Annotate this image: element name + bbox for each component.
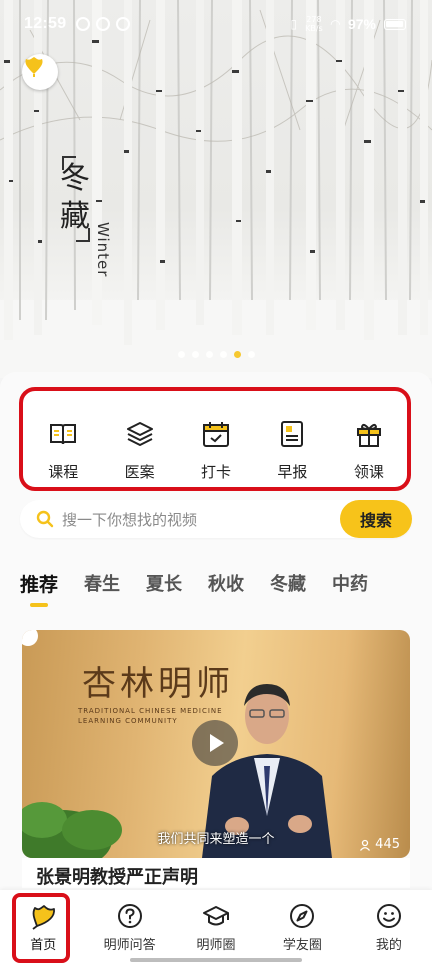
smiley-icon bbox=[376, 904, 401, 928]
tab-summer[interactable]: 夏长 bbox=[146, 570, 182, 597]
weibo-notification-icon bbox=[116, 17, 131, 31]
carousel-dot-active[interactable] bbox=[233, 351, 241, 358]
app-notification-icon bbox=[76, 17, 91, 31]
tab-herbs[interactable]: 中药 bbox=[332, 570, 368, 597]
search-icon bbox=[36, 510, 54, 528]
tab-autumn[interactable]: 秋收 bbox=[208, 570, 244, 597]
notification-icons bbox=[76, 17, 131, 31]
status-time: 12:59 bbox=[24, 15, 67, 32]
ginkgo-home-icon bbox=[32, 905, 56, 930]
category-tabs: 推荐 春生 夏长 秋收 冬藏 中药 bbox=[20, 570, 394, 607]
quick-action-label: 医案 bbox=[124, 463, 155, 481]
home-indicator[interactable] bbox=[130, 958, 302, 962]
season-subtitle: Winter bbox=[94, 222, 112, 278]
quick-action-morning-report[interactable]: 早报 bbox=[254, 389, 330, 489]
nav-teacher-circle[interactable]: 明师圈 bbox=[173, 890, 259, 964]
quick-action-cases[interactable]: 医案 bbox=[101, 389, 177, 489]
battery-icon bbox=[384, 18, 406, 30]
carousel-dot[interactable] bbox=[219, 351, 227, 358]
search-input[interactable]: 搜一下你想找的视频 bbox=[62, 509, 197, 530]
question-icon bbox=[117, 904, 142, 928]
document-icon bbox=[281, 421, 304, 447]
network-speed-unit: KB/s bbox=[305, 24, 323, 33]
season-title: 冬 藏 bbox=[58, 156, 92, 242]
quick-action-label: 早报 bbox=[277, 463, 308, 481]
video-title[interactable]: 张景明教授严正声明 bbox=[22, 858, 410, 888]
network-speed-value: 278 bbox=[306, 15, 322, 24]
vibrate-icon: ▯ bbox=[290, 17, 298, 31]
quick-action-courses[interactable]: 课程 bbox=[25, 389, 101, 489]
quick-action-checkin[interactable]: 打卡 bbox=[178, 389, 254, 489]
app-logo[interactable] bbox=[22, 54, 58, 90]
nav-label: 明师问答 bbox=[103, 938, 156, 953]
bracket-close bbox=[76, 228, 90, 242]
book-icon bbox=[50, 424, 77, 445]
status-bar: 12:59 ▯ 278 KB/s ◠ 97% bbox=[0, 0, 432, 48]
nav-label: 我的 bbox=[375, 938, 402, 953]
carousel-indicator bbox=[0, 351, 432, 358]
nav-classmate-circle[interactable]: 学友圈 bbox=[259, 890, 345, 964]
view-count-value: 445 bbox=[375, 837, 400, 852]
quick-action-label: 领课 bbox=[353, 463, 384, 481]
graduation-cap-icon bbox=[203, 906, 230, 926]
bracket-open bbox=[62, 156, 76, 170]
gift-icon bbox=[356, 423, 381, 447]
tab-winter[interactable]: 冬藏 bbox=[270, 570, 306, 597]
video-card[interactable]: 杏林明师 TRADITIONAL CHINESE MEDICINE LEARNIN… bbox=[22, 630, 410, 858]
battery-percent: 97% bbox=[347, 16, 376, 32]
person-icon bbox=[360, 839, 371, 851]
quick-actions: 课程 医案 打卡 早报 领课 bbox=[23, 389, 409, 489]
wifi-icon: ◠ bbox=[330, 17, 340, 31]
compass-icon bbox=[290, 904, 315, 928]
quick-action-label: 打卡 bbox=[201, 463, 232, 481]
nav-profile[interactable]: 我的 bbox=[346, 890, 432, 964]
search-bar[interactable]: 搜一下你想找的视频 搜索 bbox=[20, 500, 412, 538]
nav-label: 明师圈 bbox=[196, 938, 236, 953]
network-speed: 278 KB/s bbox=[305, 15, 323, 33]
main-content: 课程 医案 打卡 早报 领课 搜一下你想找的视频 搜索 推荐 春生 夏长 秋收 … bbox=[0, 372, 432, 964]
carousel-dot[interactable] bbox=[177, 351, 185, 358]
bottom-nav: 首页 明师问答 明师圈 学友圈 我的 bbox=[0, 890, 432, 964]
carousel-dot[interactable] bbox=[247, 351, 255, 358]
video-caption: 我们共同来塑造一个 bbox=[157, 832, 275, 847]
nav-qa[interactable]: 明师问答 bbox=[86, 890, 172, 964]
carousel-dot[interactable] bbox=[191, 351, 199, 358]
ginkgo-logo-icon bbox=[25, 57, 43, 77]
app-notification-icon bbox=[96, 17, 111, 31]
nav-label: 首页 bbox=[30, 938, 57, 953]
carousel-dot[interactable] bbox=[205, 351, 213, 358]
quick-action-claim-course[interactable]: 领课 bbox=[331, 389, 407, 489]
play-button[interactable] bbox=[192, 720, 238, 766]
hero-banner[interactable]: 12:59 ▯ 278 KB/s ◠ 97% 冬 藏 Winter bbox=[0, 0, 432, 378]
tab-spring[interactable]: 春生 bbox=[84, 570, 120, 597]
search-button[interactable]: 搜索 bbox=[340, 500, 412, 538]
channel-logo bbox=[22, 630, 38, 646]
layers-icon bbox=[126, 422, 153, 446]
nav-home[interactable]: 首页 bbox=[0, 890, 86, 964]
nav-label: 学友圈 bbox=[282, 938, 322, 953]
view-count: 445 bbox=[359, 837, 400, 852]
tab-recommended[interactable]: 推荐 bbox=[20, 570, 58, 607]
quick-action-label: 课程 bbox=[48, 463, 79, 481]
calendar-check-icon bbox=[203, 422, 230, 447]
